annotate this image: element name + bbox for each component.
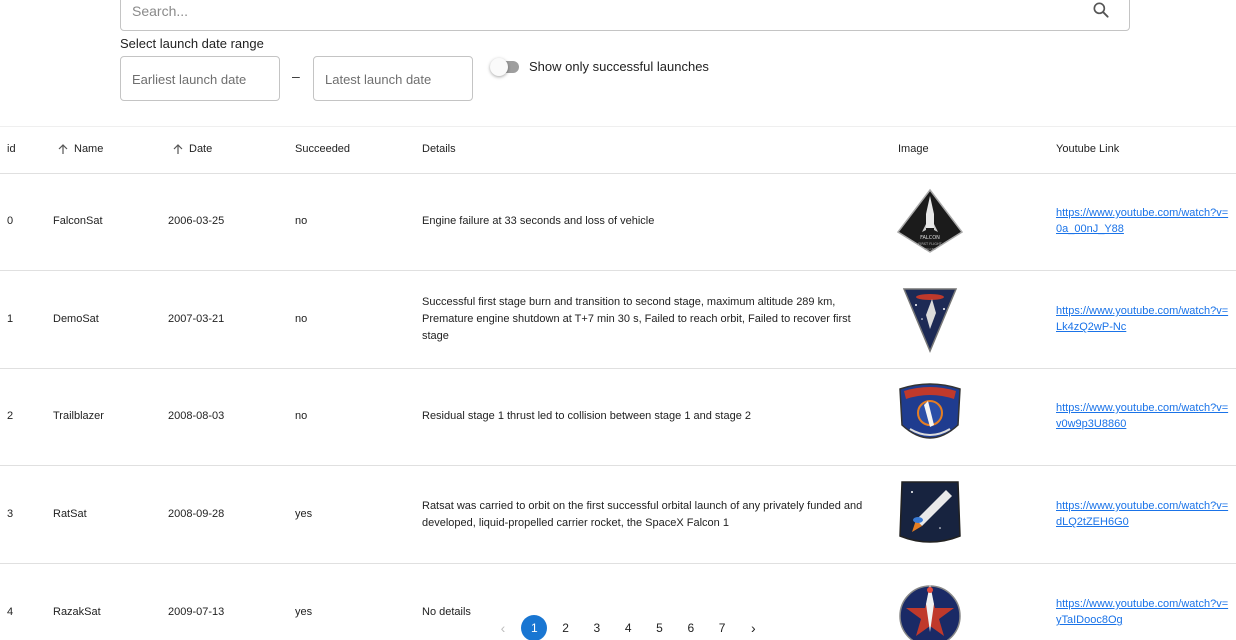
- page-button-3[interactable]: 3: [584, 615, 610, 640]
- page-button-2[interactable]: 2: [553, 615, 579, 640]
- cell-date: 2008-08-03: [168, 410, 225, 422]
- pagination: ‹ 1 2 3 4 5 6 7 ›: [490, 615, 772, 640]
- cell-name: DemoSat: [53, 313, 99, 325]
- patch-spacex-text: SPACEX: [924, 247, 936, 251]
- success-toggle-thumb[interactable]: [490, 58, 508, 76]
- header-image-label: Image: [898, 143, 929, 155]
- cell-details: Successful first stage burn and transiti…: [422, 296, 851, 342]
- cell-succeeded: no: [295, 313, 308, 325]
- youtube-link[interactable]: https://www.youtube.com/watch?v=yTaIDooc…: [1056, 596, 1232, 628]
- cell-date: 2008-09-28: [168, 508, 225, 520]
- header-details[interactable]: Details: [422, 143, 456, 155]
- header-youtube[interactable]: Youtube Link: [1056, 143, 1119, 155]
- cell-id: 2: [7, 410, 14, 422]
- youtube-link[interactable]: https://www.youtube.com/watch?v=dLQ2tZEH…: [1056, 498, 1232, 530]
- youtube-link[interactable]: https://www.youtube.com/watch?v=0a_00nJ_…: [1056, 205, 1232, 237]
- mission-patch-image: [899, 383, 961, 439]
- cell-date: 2009-07-13: [168, 606, 225, 618]
- date-range-separator: –: [292, 68, 300, 84]
- cell-details: Residual stage 1 thrust led to collision…: [422, 410, 751, 422]
- header-date[interactable]: Date: [172, 143, 212, 155]
- cell-succeeded: yes: [295, 508, 313, 520]
- header-date-label: Date: [189, 143, 213, 155]
- page-button-5[interactable]: 5: [646, 615, 672, 640]
- success-toggle-label: Show only successful launches: [529, 59, 709, 74]
- cell-name: FalconSat: [53, 215, 103, 227]
- header-succeeded-label: Succeeded: [295, 143, 351, 155]
- mission-patch-image: [899, 481, 961, 543]
- next-page-button[interactable]: ›: [740, 615, 766, 640]
- earliest-date-field[interactable]: [120, 56, 280, 101]
- filters-divider: [0, 126, 1236, 127]
- youtube-link[interactable]: https://www.youtube.com/watch?v=Lk4zQ2wP…: [1056, 303, 1232, 335]
- mission-patch-image: [899, 584, 961, 640]
- sort-arrow-up-icon[interactable]: [172, 143, 184, 155]
- mission-patch-image: FALCON FIRST FLIGHT SPACEX: [896, 188, 964, 253]
- header-id[interactable]: id: [7, 143, 16, 155]
- table-row: 1 DemoSat 2007-03-21 no Successful first…: [0, 271, 1236, 369]
- earliest-date-input[interactable]: [132, 69, 268, 89]
- cell-date: 2006-03-25: [168, 215, 225, 227]
- patch-falcon-text: FALCON: [920, 235, 940, 241]
- cell-succeeded: no: [295, 410, 308, 422]
- page-button-6[interactable]: 6: [678, 615, 704, 640]
- search-box[interactable]: [120, 0, 1130, 31]
- cell-name: Trailblazer: [53, 410, 104, 422]
- page-button-1[interactable]: 1: [521, 615, 548, 640]
- header-id-label: id: [7, 143, 16, 155]
- cell-id: 0: [7, 215, 14, 227]
- table-row: 3 RatSat 2008-09-28 yes Ratsat was carri…: [0, 466, 1236, 564]
- header-name[interactable]: Name: [57, 143, 103, 155]
- prev-page-button[interactable]: ‹: [490, 615, 516, 640]
- cell-details: Engine failure at 33 seconds and loss of…: [422, 215, 655, 227]
- page-button-7[interactable]: 7: [709, 615, 735, 640]
- patch-first-flight-text: FIRST FLIGHT: [918, 242, 942, 246]
- cell-details: Ratsat was carried to orbit on the first…: [422, 500, 863, 529]
- youtube-link[interactable]: https://www.youtube.com/watch?v=v0w9p3U8…: [1056, 400, 1232, 432]
- page-button-4[interactable]: 4: [615, 615, 641, 640]
- cell-name: RatSat: [53, 508, 87, 520]
- header-image[interactable]: Image: [898, 143, 929, 155]
- cell-name: RazakSat: [53, 606, 101, 618]
- sort-arrow-up-icon[interactable]: [57, 143, 69, 155]
- cell-id: 3: [7, 508, 14, 520]
- search-icon[interactable]: [1091, 0, 1111, 20]
- date-range-label: Select launch date range: [120, 36, 264, 51]
- latest-date-field[interactable]: [313, 56, 473, 101]
- cell-succeeded: no: [295, 215, 308, 227]
- mission-patch-image: [902, 288, 958, 353]
- table-row: 2 Trailblazer 2008-08-03 no Residual sta…: [0, 369, 1236, 466]
- latest-date-input[interactable]: [325, 69, 461, 89]
- cell-id: 1: [7, 313, 14, 325]
- header-details-label: Details: [422, 143, 456, 155]
- cell-id: 4: [7, 606, 14, 618]
- search-input[interactable]: [132, 1, 1032, 21]
- header-succeeded[interactable]: Succeeded: [295, 143, 350, 155]
- header-youtube-label: Youtube Link: [1056, 143, 1120, 155]
- header-name-label: Name: [74, 143, 104, 155]
- table-row: 0 FalconSat 2006-03-25 no Engine failure…: [0, 174, 1236, 271]
- cell-date: 2007-03-21: [168, 313, 225, 325]
- cell-succeeded: yes: [295, 606, 313, 618]
